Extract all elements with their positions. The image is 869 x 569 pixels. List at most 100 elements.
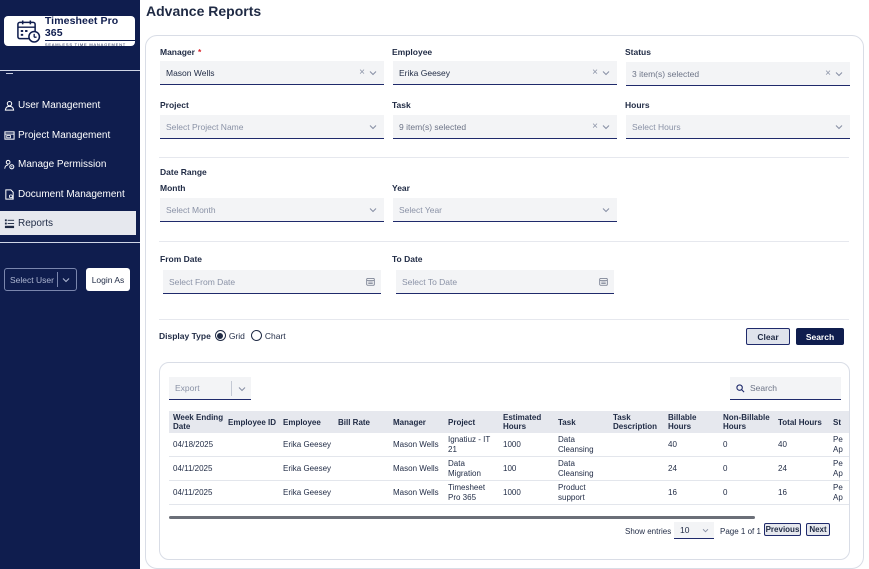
column-header[interactable]: Bill Rate [338, 411, 390, 433]
clear-icon[interactable]: × [359, 67, 365, 78]
column-header[interactable]: Billable Hours [668, 411, 720, 433]
table-cell: 100 [503, 464, 517, 473]
login-as-button[interactable]: Login As [86, 268, 130, 291]
table-row[interactable]: 04/11/2025 Erika Geesey Mason Wells Data… [169, 457, 849, 481]
table-row[interactable]: 04/18/2025 Erika Geesey Mason Wells Igna… [169, 433, 849, 457]
document-icon [5, 188, 14, 200]
table-cell: 0 [723, 440, 728, 449]
status-select[interactable]: 3 item(s) selected × [626, 62, 850, 86]
grid-search-input[interactable]: Search [730, 377, 841, 400]
table-cell: 1000 [503, 440, 521, 449]
column-header[interactable]: Week Ending Date [173, 411, 225, 433]
sidebar-item-label: Project Management [18, 129, 111, 141]
sidebar-item-user-management[interactable]: User Management [0, 93, 136, 117]
column-header[interactable]: Total Hours [778, 411, 830, 433]
year-placeholder: Select Year [399, 204, 443, 215]
table-cell: Timesheet Pro 365 [448, 483, 486, 502]
display-type-group: Display Type Grid Chart [159, 330, 292, 341]
column-header[interactable]: Estimated Hours [503, 411, 555, 433]
table-cell: Mason Wells [393, 464, 439, 473]
table-cell: 40 [668, 440, 677, 449]
to-date-input[interactable]: Select To Date [396, 270, 614, 294]
report-icon [4, 218, 15, 228]
export-dropdown[interactable]: Export [169, 377, 251, 400]
section-divider [159, 319, 849, 320]
task-select[interactable]: 9 item(s) selected × [393, 115, 617, 139]
select-user-dropdown[interactable]: Select User [4, 268, 77, 291]
employee-select[interactable]: Erika Geesey × [393, 61, 617, 85]
table-cell [613, 433, 665, 457]
clear-icon[interactable]: × [825, 68, 831, 79]
table-cell: 04/11/2025 [173, 464, 213, 473]
sidebar-item-label: Document Management [18, 188, 125, 200]
table-cell: Data Migration [448, 459, 481, 478]
select-user-placeholder: Select User [10, 274, 54, 285]
column-header[interactable]: St [833, 411, 849, 433]
sidebar-item-document-management[interactable]: Document Management [0, 182, 136, 206]
entries-per-page-select[interactable]: 10 [674, 522, 714, 539]
calendar-icon[interactable] [599, 277, 608, 286]
radio-chart-label[interactable]: Chart [265, 331, 286, 341]
grid-search-placeholder: Search [750, 383, 777, 393]
column-header[interactable]: Manager [393, 411, 445, 433]
table-row[interactable]: 04/11/2025 Erika Geesey Mason Wells Time… [169, 481, 849, 505]
project-select[interactable]: Select Project Name [160, 115, 384, 139]
task-label: Task [392, 100, 411, 110]
year-select[interactable]: Select Year [393, 198, 617, 222]
table-cell: Erika Geesey [283, 440, 332, 449]
sidebar-item-reports[interactable]: Reports [0, 211, 136, 235]
table-cell: Erika Geesey [283, 464, 332, 473]
table-cell [228, 433, 280, 457]
calendar-icon[interactable] [366, 277, 375, 286]
table-cell: Erika Geesey [283, 488, 332, 497]
window-icon [4, 130, 15, 140]
table-cell: Mason Wells [393, 488, 439, 497]
column-header[interactable]: Employee ID [228, 411, 280, 433]
clear-icon[interactable]: × [592, 67, 598, 78]
clear-icon[interactable]: × [592, 121, 598, 132]
table-cell [228, 481, 280, 505]
sidebar-item-label: User Management [18, 99, 101, 111]
table-cell: Mason Wells [393, 440, 439, 449]
export-placeholder: Export [175, 383, 200, 393]
chevron-down-icon [835, 125, 843, 130]
column-header[interactable]: Task [558, 411, 610, 433]
month-select[interactable]: Select Month [160, 198, 384, 222]
show-entries-label: Show entries [625, 527, 672, 536]
sidebar-item-project-management[interactable]: Project Management [0, 123, 136, 147]
sidebar-divider [0, 242, 140, 243]
column-header[interactable]: Project [448, 411, 500, 433]
horizontal-scrollbar[interactable] [169, 516, 755, 519]
table-cell: 04/18/2025 [173, 440, 214, 449]
sidebar-item-manage-permission[interactable]: Manage Permission [0, 152, 136, 176]
hours-placeholder: Select Hours [632, 121, 681, 132]
table-cell: 04/11/2025 [173, 488, 213, 497]
hours-select[interactable]: Select Hours [626, 115, 850, 139]
from-date-input[interactable]: Select From Date [163, 270, 381, 294]
column-header[interactable]: Task Description [613, 411, 665, 433]
search-button[interactable]: Search [796, 328, 844, 345]
next-page-button[interactable]: Next [806, 523, 830, 536]
clear-button[interactable]: Clear [746, 328, 790, 345]
column-header[interactable]: Non-Billable Hours [723, 411, 775, 433]
column-header[interactable]: Employee [283, 411, 335, 433]
radio-chart[interactable] [250, 330, 262, 341]
chevron-down-icon [238, 387, 246, 392]
table-cell: Pe Ap [833, 483, 843, 502]
brand-subtitle: SEAMLESS TIME MANAGEMENT [44, 40, 135, 47]
manager-select[interactable]: Mason Wells × [160, 61, 384, 85]
month-label: Month [160, 183, 186, 193]
collapse-toggle-icon[interactable] [6, 73, 13, 74]
previous-page-button[interactable]: Previous [764, 523, 801, 536]
to-date-placeholder: Select To Date [402, 276, 458, 287]
brand-logo[interactable]: Timesheet Pro 365 SEAMLESS TIME MANAGEME… [4, 15, 135, 47]
table-cell [228, 457, 280, 481]
task-value: 9 item(s) selected [399, 121, 467, 132]
from-date-placeholder: Select From Date [169, 276, 236, 287]
chevron-down-icon [602, 208, 610, 213]
entries-value: 10 [680, 525, 690, 535]
table-cell: 16 [778, 488, 787, 497]
table-cell: 40 [778, 440, 787, 449]
radio-grid[interactable] [214, 330, 226, 341]
radio-grid-label[interactable]: Grid [229, 331, 245, 341]
